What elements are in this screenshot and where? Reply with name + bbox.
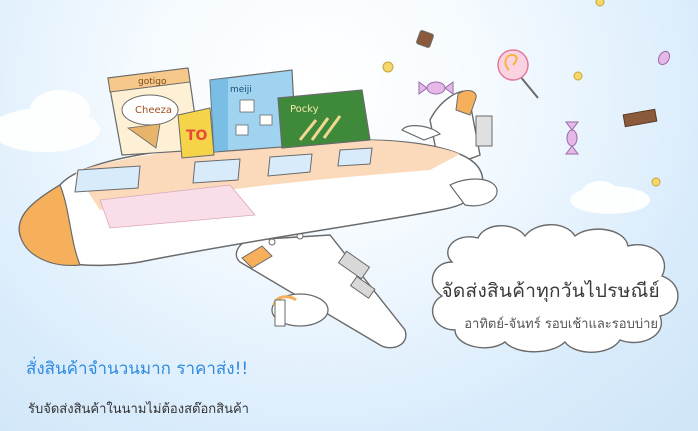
delivery-title: จัดส่งสินค้าทุกวันไปรษณีย์ <box>441 280 660 302</box>
delivery-schedule: อาทิตย์-จันทร์ รอบเช้าและรอบบ่าย <box>464 317 658 332</box>
toppo-label: TO <box>186 128 208 144</box>
illustration-scene: gotigo Cheeza TO meiji Pocky จัดส่งสินค้… <box>0 0 698 431</box>
airplane-body <box>18 139 498 327</box>
gotigo-label: gotigo <box>138 77 167 87</box>
meiji-label: meiji <box>230 85 252 95</box>
dropship-subtitle: รับจัดส่งสินค้าในนามไม่ต้องสต๊อกสินค้า <box>28 402 249 417</box>
cargo-toppo-box: TO <box>177 107 215 159</box>
cargo-pocky-box: Pocky <box>277 89 371 149</box>
wholesale-headline: สั่งสินค้าจำนวนมาก ราคาส่ง!! <box>26 359 249 379</box>
cheeza-label: Cheeza <box>135 105 172 116</box>
pocky-label: Pocky <box>290 104 319 115</box>
airplane-wing <box>235 232 407 349</box>
